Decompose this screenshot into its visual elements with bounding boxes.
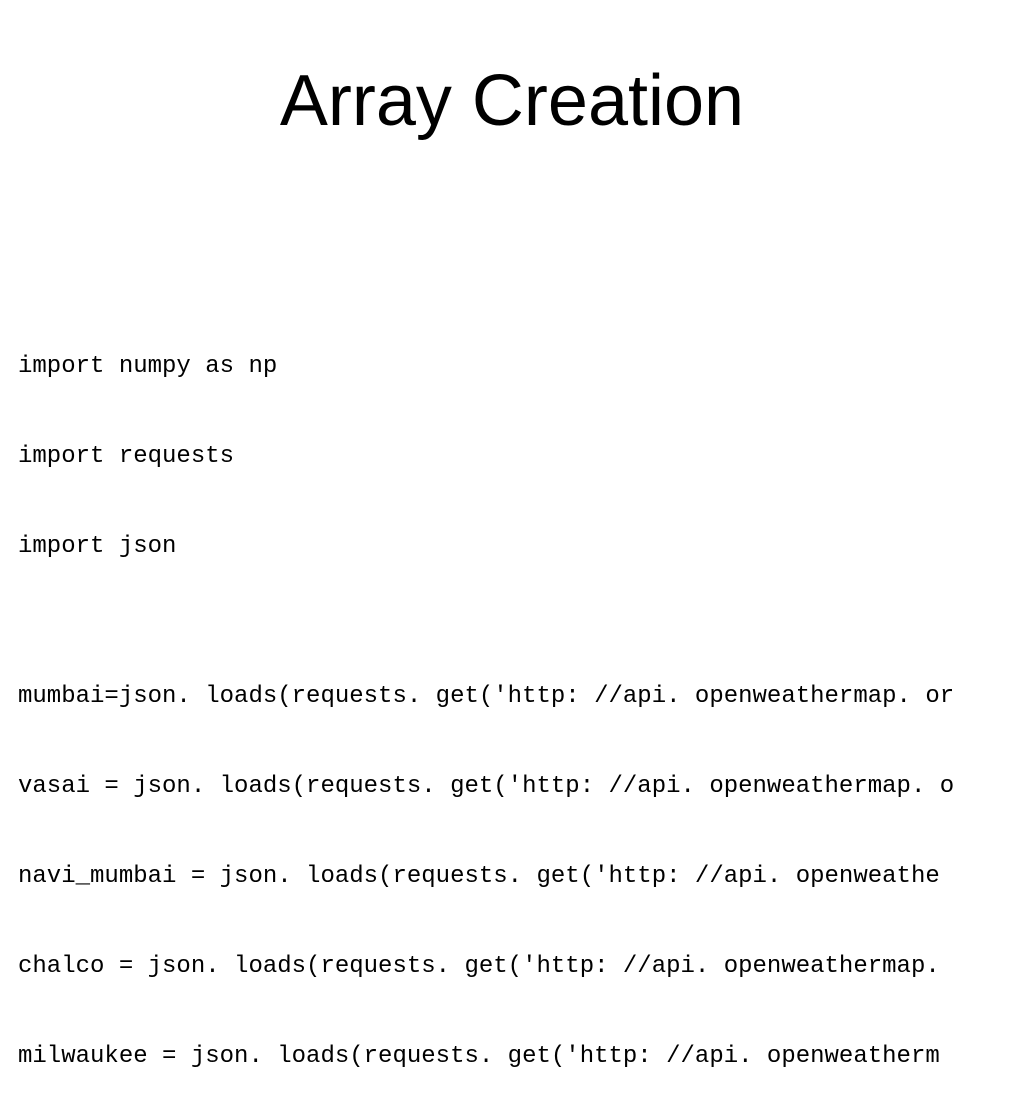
code-line: import requests xyxy=(18,442,1024,472)
code-line: mumbai=json. loads(requests. get('http: … xyxy=(18,682,1024,712)
slide-title: Array Creation xyxy=(0,60,1024,142)
code-line: chalco = json. loads(requests. get('http… xyxy=(18,952,1024,982)
code-line: navi_mumbai = json. loads(requests. get(… xyxy=(18,862,1024,892)
code-line: milwaukee = json. loads(requests. get('h… xyxy=(18,1042,1024,1072)
code-line: import json xyxy=(18,532,1024,562)
code-line: vasai = json. loads(requests. get('http:… xyxy=(18,772,1024,802)
code-block: import numpy as np import requests impor… xyxy=(18,292,1024,1102)
code-line: import numpy as np xyxy=(18,352,1024,382)
